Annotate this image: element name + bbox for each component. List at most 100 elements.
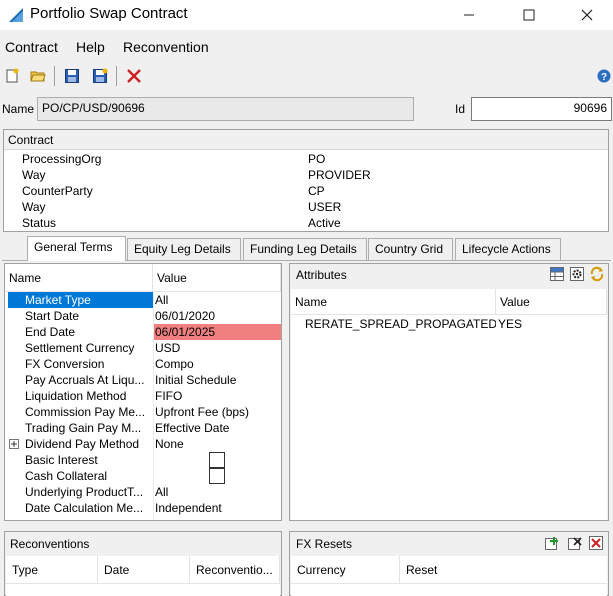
- attributes-panel: Attributes Name Value RERATE_SPREAD_PROP…: [289, 263, 609, 521]
- row-value-dividend-pay-method[interactable]: None: [153, 436, 281, 452]
- help-button[interactable]: ?: [594, 66, 613, 86]
- row-name-fx-conversion: FX Conversion: [25, 357, 105, 371]
- add-row-icon[interactable]: [545, 536, 560, 551]
- folder-open-icon: [30, 71, 46, 82]
- reconventions-panel: Reconventions Type Date Reconventio...: [4, 531, 282, 596]
- column-header-name[interactable]: Name: [291, 289, 496, 314]
- app-logo-icon: [9, 8, 23, 22]
- menu-contract[interactable]: Contract: [5, 39, 58, 55]
- tab-funding-leg-details[interactable]: Funding Leg Details: [243, 238, 367, 260]
- column-header-value[interactable]: Value: [496, 289, 607, 314]
- save-button[interactable]: [62, 66, 82, 86]
- row-name-trading-gain-pay: Trading Gain Pay M...: [25, 421, 142, 435]
- table-row[interactable]: Basic Interest: [5, 452, 281, 468]
- contract-key-counterparty: CounterParty: [22, 184, 93, 198]
- table-row[interactable]: Settlement Currency USD: [5, 340, 281, 356]
- table-row[interactable]: Date Calculation Me... Independent: [5, 500, 281, 516]
- maximize-button[interactable]: [506, 0, 552, 30]
- delete-button[interactable]: [124, 66, 144, 86]
- tab-lifecycle-actions[interactable]: Lifecycle Actions: [455, 238, 561, 260]
- row-value-trading-gain-pay[interactable]: Effective Date: [153, 420, 281, 436]
- row-value-liquidation-method[interactable]: FIFO: [153, 388, 281, 404]
- close-icon: [581, 9, 593, 21]
- id-field[interactable]: 90696: [471, 97, 612, 121]
- contract-key-way-provider: Way: [22, 168, 46, 182]
- table-row[interactable]: Market Type All: [5, 292, 281, 308]
- row-value-date-calculation[interactable]: Independent: [153, 500, 281, 516]
- minimize-button[interactable]: [446, 0, 492, 30]
- attributes-title: Attributes: [296, 268, 347, 282]
- tab-country-grid[interactable]: Country Grid: [368, 238, 453, 260]
- general-terms-header: Name Value: [5, 264, 281, 292]
- minimize-icon: [464, 14, 474, 16]
- fx-resets-grid: Currency Reset: [291, 556, 607, 596]
- id-label: Id: [455, 102, 466, 116]
- refresh-icon[interactable]: [589, 266, 605, 282]
- row-name-pay-accruals: Pay Accruals At Liqu...: [25, 373, 145, 387]
- column-header-reset[interactable]: Reset: [400, 556, 607, 583]
- new-document-button[interactable]: [2, 66, 22, 86]
- reconventions-grid: Type Date Reconventio...: [6, 556, 280, 596]
- menu-help[interactable]: Help: [76, 39, 105, 55]
- table-row[interactable]: Commission Pay Me... Upfront Fee (bps): [5, 404, 281, 420]
- cash-collateral-checkbox[interactable]: [209, 468, 225, 484]
- contract-key-way-user: Way: [22, 200, 46, 214]
- row-value-commission-pay[interactable]: Upfront Fee (bps): [153, 404, 281, 420]
- window-title: Portfolio Swap Contract: [30, 5, 188, 22]
- column-header-name[interactable]: Name: [5, 264, 153, 291]
- svg-text:?: ?: [601, 72, 607, 83]
- column-header-date[interactable]: Date: [98, 556, 190, 583]
- row-name-basic-interest: Basic Interest: [25, 453, 98, 467]
- row-name-commission-pay: Commission Pay Me...: [25, 405, 146, 419]
- tab-equity-leg-details[interactable]: Equity Leg Details: [127, 238, 241, 260]
- table-row[interactable]: FX Conversion Compo: [5, 356, 281, 372]
- table-row[interactable]: Underlying ProductT... All: [5, 484, 281, 500]
- maximize-icon: [523, 9, 535, 21]
- name-field[interactable]: PO/CP/USD/90696: [37, 97, 414, 121]
- close-window-button[interactable]: [564, 0, 610, 30]
- column-header-reconvention[interactable]: Reconventio...: [190, 556, 280, 583]
- row-value-market-type[interactable]: All: [153, 292, 281, 308]
- table-row[interactable]: Cash Collateral: [5, 468, 281, 484]
- row-value-end-date[interactable]: 06/01/2025: [153, 324, 281, 340]
- table-row[interactable]: Trading Gain Pay M... Effective Date: [5, 420, 281, 436]
- table-row[interactable]: RERATE_SPREAD_PROPAGATED YES: [291, 316, 607, 332]
- column-header-value[interactable]: Value: [153, 264, 281, 291]
- toolbar-separator: [116, 66, 117, 86]
- row-name-dividend-pay-method: Dividend Pay Method: [25, 437, 140, 451]
- clear-all-icon[interactable]: [589, 536, 603, 550]
- attribute-value[interactable]: YES: [496, 316, 607, 332]
- column-header-type[interactable]: Type: [6, 556, 98, 583]
- table-row[interactable]: Pay Accruals At Liqu... Initial Schedule: [5, 372, 281, 388]
- gear-icon[interactable]: [570, 267, 584, 281]
- open-folder-button[interactable]: [28, 66, 48, 86]
- table-row[interactable]: Liquidation Method FIFO: [5, 388, 281, 404]
- attributes-header: Name Value: [291, 289, 607, 315]
- reconventions-header: Type Date Reconventio...: [6, 556, 280, 584]
- attribute-name: RERATE_SPREAD_PROPAGATED: [305, 317, 496, 331]
- row-name-cash-collateral: Cash Collateral: [25, 469, 108, 483]
- row-value-start-date[interactable]: 06/01/2020: [153, 308, 281, 324]
- row-value-settlement-currency[interactable]: USD: [153, 340, 281, 356]
- remove-row-icon[interactable]: [568, 536, 583, 551]
- grid-settings-icon[interactable]: [550, 267, 564, 281]
- table-row[interactable]: Dividend Pay Method None: [5, 436, 281, 452]
- column-divider: [153, 292, 154, 520]
- basic-interest-checkbox[interactable]: [209, 452, 225, 468]
- row-value-fx-conversion[interactable]: Compo: [153, 356, 281, 372]
- row-value-pay-accruals[interactable]: Initial Schedule: [153, 372, 281, 388]
- table-row[interactable]: End Date 06/01/2025: [5, 324, 281, 340]
- row-value-underlying-product[interactable]: All: [153, 484, 281, 500]
- tab-general-terms[interactable]: General Terms: [27, 236, 126, 261]
- save-as-new-button[interactable]: [90, 66, 110, 86]
- toolbar-separator: [54, 66, 55, 86]
- menu-reconvention[interactable]: Reconvention: [123, 39, 209, 55]
- name-label: Name: [2, 102, 35, 116]
- row-name-market-type: Market Type: [8, 292, 153, 308]
- fx-resets-panel: FX Resets Currency Reset: [289, 531, 609, 596]
- general-terms-grid: Name Value Market Type All Start Date 06…: [4, 263, 282, 521]
- title-bar: Portfolio Swap Contract: [0, 0, 613, 30]
- table-row[interactable]: Start Date 06/01/2020: [5, 308, 281, 324]
- column-header-currency[interactable]: Currency: [291, 556, 400, 583]
- row-name-liquidation-method: Liquidation Method: [25, 389, 127, 403]
